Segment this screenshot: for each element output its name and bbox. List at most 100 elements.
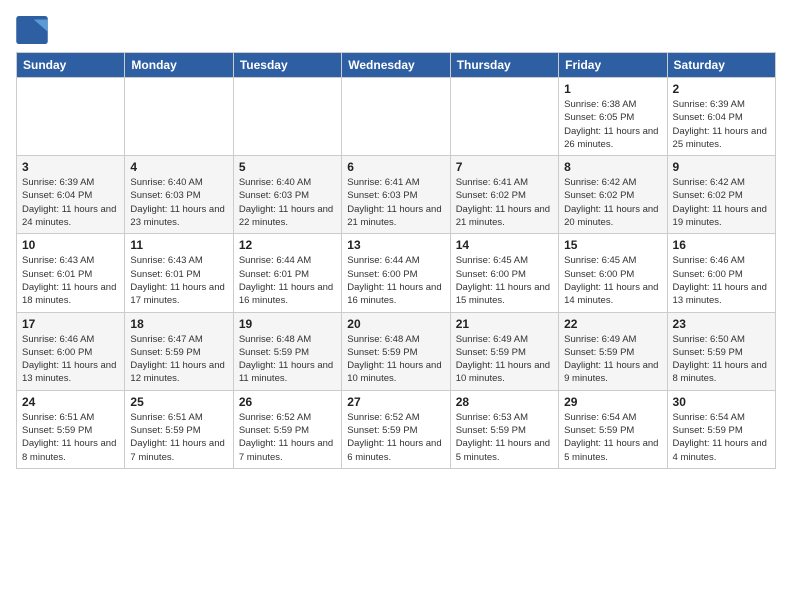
day-number: 30 <box>673 395 770 409</box>
day-info: Sunrise: 6:41 AM Sunset: 6:02 PM Dayligh… <box>456 176 553 229</box>
day-number: 22 <box>564 317 661 331</box>
calendar-cell: 18 Sunrise: 6:47 AM Sunset: 5:59 PM Dayli… <box>125 312 233 390</box>
calendar-cell: 1 Sunrise: 6:38 AM Sunset: 6:05 PM Daylig… <box>559 78 667 156</box>
day-number: 20 <box>347 317 444 331</box>
calendar-cell: 30 Sunrise: 6:54 AM Sunset: 5:59 PM Dayli… <box>667 390 775 468</box>
day-number: 1 <box>564 82 661 96</box>
calendar-cell: 29 Sunrise: 6:54 AM Sunset: 5:59 PM Dayli… <box>559 390 667 468</box>
day-info: Sunrise: 6:45 AM Sunset: 6:00 PM Dayligh… <box>456 254 553 307</box>
calendar-cell: 8 Sunrise: 6:42 AM Sunset: 6:02 PM Daylig… <box>559 156 667 234</box>
calendar-cell: 9 Sunrise: 6:42 AM Sunset: 6:02 PM Daylig… <box>667 156 775 234</box>
day-number: 28 <box>456 395 553 409</box>
day-number: 14 <box>456 238 553 252</box>
day-info: Sunrise: 6:49 AM Sunset: 5:59 PM Dayligh… <box>456 333 553 386</box>
calendar-cell: 20 Sunrise: 6:48 AM Sunset: 5:59 PM Dayli… <box>342 312 450 390</box>
calendar-cell <box>342 78 450 156</box>
logo <box>16 16 52 44</box>
calendar-cell: 17Sunrise: 6:46 AM Sunset: 6:00 PM Dayli… <box>17 312 125 390</box>
day-number: 21 <box>456 317 553 331</box>
day-number: 3 <box>22 160 119 174</box>
day-number: 5 <box>239 160 336 174</box>
day-number: 12 <box>239 238 336 252</box>
weekday-header: Monday <box>125 53 233 78</box>
calendar-cell: 16 Sunrise: 6:46 AM Sunset: 6:00 PM Dayli… <box>667 234 775 312</box>
day-number: 23 <box>673 317 770 331</box>
day-info: Sunrise: 6:51 AM Sunset: 5:59 PM Dayligh… <box>22 411 119 464</box>
day-number: 6 <box>347 160 444 174</box>
day-info: Sunrise: 6:49 AM Sunset: 5:59 PM Dayligh… <box>564 333 661 386</box>
day-number: 9 <box>673 160 770 174</box>
day-number: 7 <box>456 160 553 174</box>
calendar-week-row: 1 Sunrise: 6:38 AM Sunset: 6:05 PM Daylig… <box>17 78 776 156</box>
day-number: 18 <box>130 317 227 331</box>
day-info: Sunrise: 6:40 AM Sunset: 6:03 PM Dayligh… <box>130 176 227 229</box>
calendar-cell <box>233 78 341 156</box>
day-info: Sunrise: 6:52 AM Sunset: 5:59 PM Dayligh… <box>347 411 444 464</box>
day-number: 4 <box>130 160 227 174</box>
weekday-header: Wednesday <box>342 53 450 78</box>
weekday-header: Saturday <box>667 53 775 78</box>
calendar-cell: 23 Sunrise: 6:50 AM Sunset: 5:59 PM Dayli… <box>667 312 775 390</box>
day-info: Sunrise: 6:50 AM Sunset: 5:59 PM Dayligh… <box>673 333 770 386</box>
day-info: Sunrise: 6:42 AM Sunset: 6:02 PM Dayligh… <box>673 176 770 229</box>
calendar-cell: 10Sunrise: 6:43 AM Sunset: 6:01 PM Dayli… <box>17 234 125 312</box>
calendar-cell <box>125 78 233 156</box>
calendar-week-row: 10Sunrise: 6:43 AM Sunset: 6:01 PM Dayli… <box>17 234 776 312</box>
day-info: Sunrise: 6:44 AM Sunset: 6:00 PM Dayligh… <box>347 254 444 307</box>
day-info: Sunrise: 6:48 AM Sunset: 5:59 PM Dayligh… <box>239 333 336 386</box>
day-info: Sunrise: 6:43 AM Sunset: 6:01 PM Dayligh… <box>130 254 227 307</box>
header <box>16 16 776 44</box>
calendar-cell: 13 Sunrise: 6:44 AM Sunset: 6:00 PM Dayli… <box>342 234 450 312</box>
calendar-cell: 21 Sunrise: 6:49 AM Sunset: 5:59 PM Dayli… <box>450 312 558 390</box>
calendar-cell: 19Sunrise: 6:48 AM Sunset: 5:59 PM Dayli… <box>233 312 341 390</box>
calendar-cell: 12 Sunrise: 6:44 AM Sunset: 6:01 PM Dayli… <box>233 234 341 312</box>
day-info: Sunrise: 6:42 AM Sunset: 6:02 PM Dayligh… <box>564 176 661 229</box>
day-info: Sunrise: 6:45 AM Sunset: 6:00 PM Dayligh… <box>564 254 661 307</box>
day-number: 25 <box>130 395 227 409</box>
day-number: 13 <box>347 238 444 252</box>
day-info: Sunrise: 6:38 AM Sunset: 6:05 PM Dayligh… <box>564 98 661 151</box>
calendar-cell: 4 Sunrise: 6:40 AM Sunset: 6:03 PM Daylig… <box>125 156 233 234</box>
day-info: Sunrise: 6:47 AM Sunset: 5:59 PM Dayligh… <box>130 333 227 386</box>
calendar-cell: 5Sunrise: 6:40 AM Sunset: 6:03 PM Daylig… <box>233 156 341 234</box>
day-number: 8 <box>564 160 661 174</box>
weekday-header: Friday <box>559 53 667 78</box>
day-info: Sunrise: 6:48 AM Sunset: 5:59 PM Dayligh… <box>347 333 444 386</box>
calendar-cell: 11 Sunrise: 6:43 AM Sunset: 6:01 PM Dayli… <box>125 234 233 312</box>
calendar-week-row: 17Sunrise: 6:46 AM Sunset: 6:00 PM Dayli… <box>17 312 776 390</box>
day-info: Sunrise: 6:39 AM Sunset: 6:04 PM Dayligh… <box>22 176 119 229</box>
day-info: Sunrise: 6:39 AM Sunset: 6:04 PM Dayligh… <box>673 98 770 151</box>
day-number: 27 <box>347 395 444 409</box>
day-number: 26 <box>239 395 336 409</box>
day-number: 16 <box>673 238 770 252</box>
calendar-cell <box>450 78 558 156</box>
day-info: Sunrise: 6:54 AM Sunset: 5:59 PM Dayligh… <box>564 411 661 464</box>
day-info: Sunrise: 6:53 AM Sunset: 5:59 PM Dayligh… <box>456 411 553 464</box>
calendar-cell: 25 Sunrise: 6:51 AM Sunset: 5:59 PM Dayli… <box>125 390 233 468</box>
day-info: Sunrise: 6:41 AM Sunset: 6:03 PM Dayligh… <box>347 176 444 229</box>
day-number: 29 <box>564 395 661 409</box>
calendar-week-row: 3 Sunrise: 6:39 AM Sunset: 6:04 PM Daylig… <box>17 156 776 234</box>
calendar-cell: 7 Sunrise: 6:41 AM Sunset: 6:02 PM Daylig… <box>450 156 558 234</box>
calendar-cell: 22 Sunrise: 6:49 AM Sunset: 5:59 PM Dayli… <box>559 312 667 390</box>
day-number: 15 <box>564 238 661 252</box>
day-number: 24 <box>22 395 119 409</box>
calendar-cell: 24 Sunrise: 6:51 AM Sunset: 5:59 PM Dayli… <box>17 390 125 468</box>
calendar-cell: 26Sunrise: 6:52 AM Sunset: 5:59 PM Dayli… <box>233 390 341 468</box>
calendar-cell: 14 Sunrise: 6:45 AM Sunset: 6:00 PM Dayli… <box>450 234 558 312</box>
calendar-cell: 15 Sunrise: 6:45 AM Sunset: 6:00 PM Dayli… <box>559 234 667 312</box>
calendar-cell <box>17 78 125 156</box>
day-info: Sunrise: 6:54 AM Sunset: 5:59 PM Dayligh… <box>673 411 770 464</box>
day-info: Sunrise: 6:51 AM Sunset: 5:59 PM Dayligh… <box>130 411 227 464</box>
calendar-cell: 3 Sunrise: 6:39 AM Sunset: 6:04 PM Daylig… <box>17 156 125 234</box>
day-number: 17 <box>22 317 119 331</box>
weekday-header: Thursday <box>450 53 558 78</box>
calendar-week-row: 24 Sunrise: 6:51 AM Sunset: 5:59 PM Dayli… <box>17 390 776 468</box>
day-number: 11 <box>130 238 227 252</box>
calendar-cell: 6 Sunrise: 6:41 AM Sunset: 6:03 PM Daylig… <box>342 156 450 234</box>
day-info: Sunrise: 6:44 AM Sunset: 6:01 PM Dayligh… <box>239 254 336 307</box>
calendar-cell: 28 Sunrise: 6:53 AM Sunset: 5:59 PM Dayli… <box>450 390 558 468</box>
day-number: 2 <box>673 82 770 96</box>
day-info: Sunrise: 6:43 AM Sunset: 6:01 PM Dayligh… <box>22 254 119 307</box>
day-info: Sunrise: 6:46 AM Sunset: 6:00 PM Dayligh… <box>673 254 770 307</box>
